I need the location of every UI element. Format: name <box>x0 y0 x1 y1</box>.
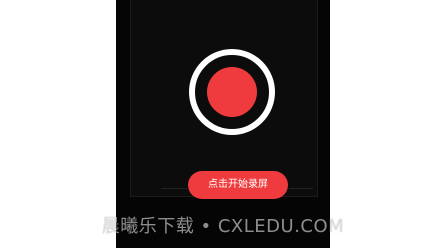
record-dot <box>207 67 257 117</box>
start-recording-button[interactable]: 点击开始录屏 <box>188 171 288 199</box>
phone-screen: 点击开始录屏 <box>116 0 330 248</box>
panel-divider-right <box>289 188 313 189</box>
recording-panel: 点击开始录屏 <box>130 0 318 199</box>
panel-divider-left <box>161 188 187 189</box>
screenshot-stage: 点击开始录屏 晨曦乐下载 • CXLEDU.COM <box>0 0 446 248</box>
record-icon[interactable] <box>189 49 275 135</box>
